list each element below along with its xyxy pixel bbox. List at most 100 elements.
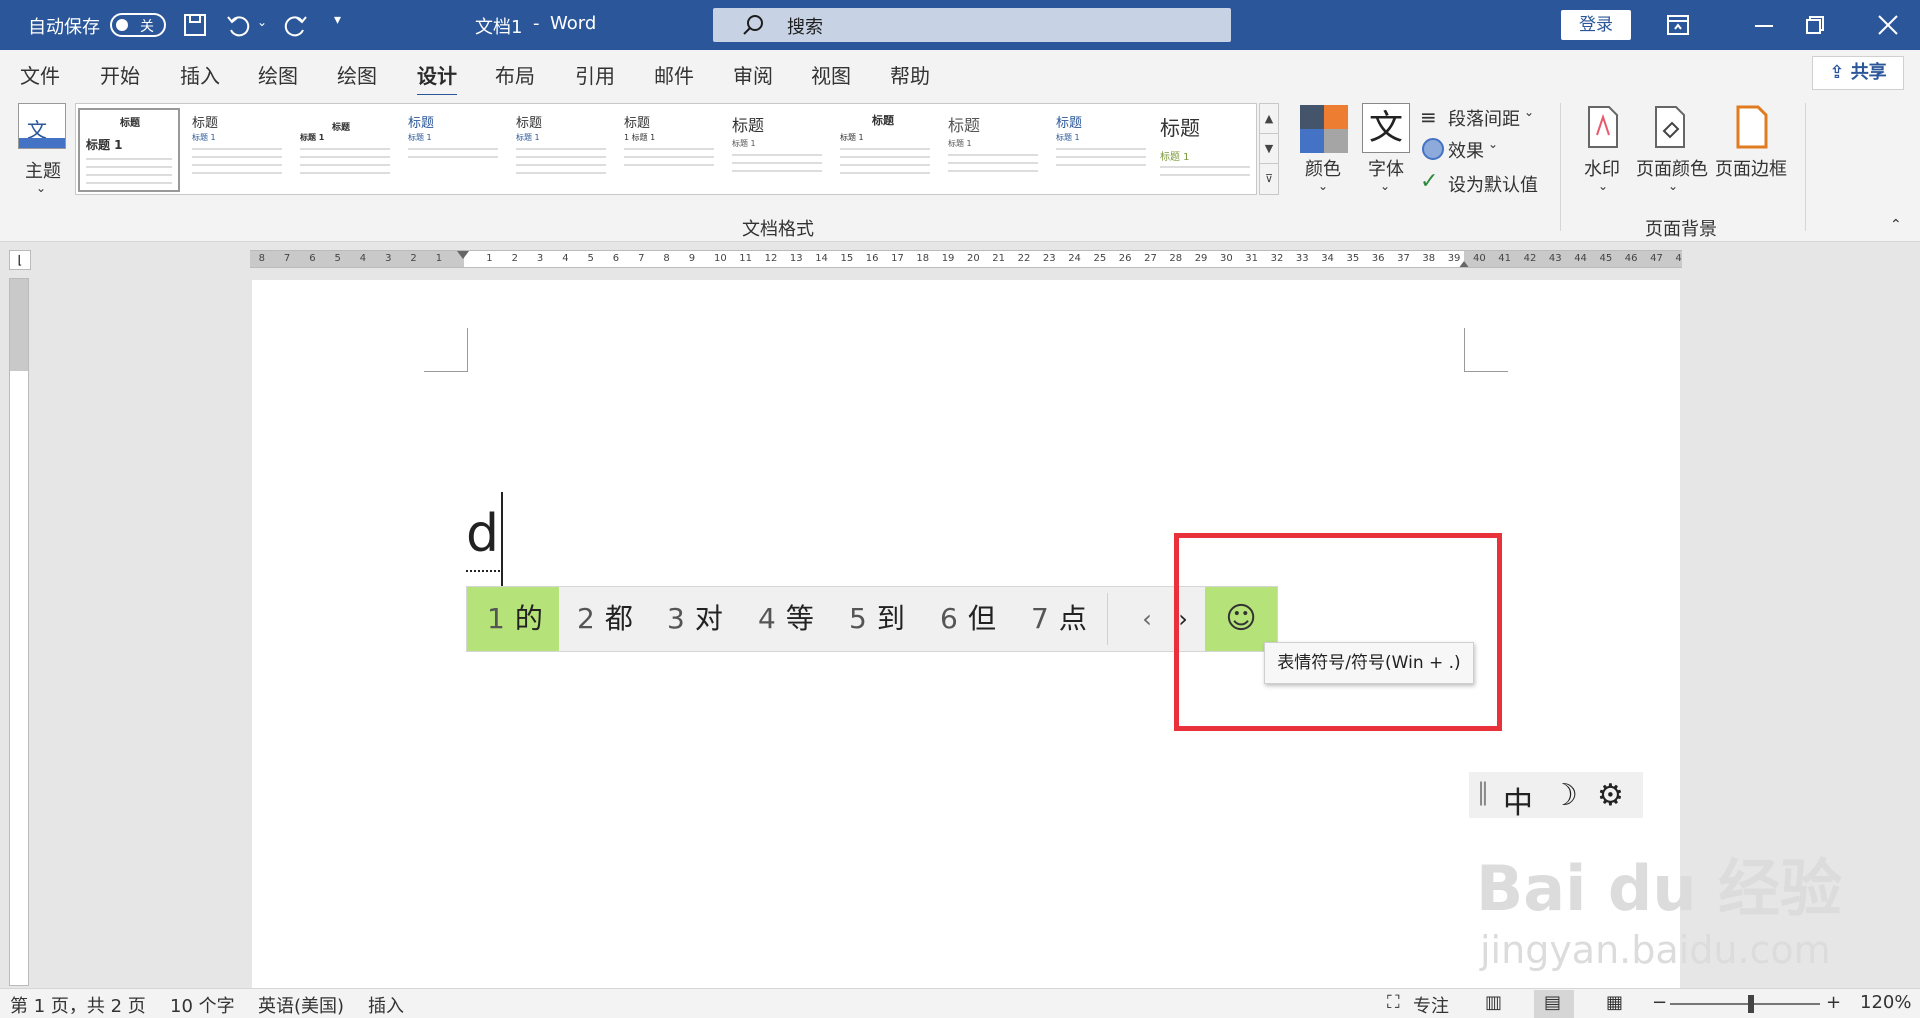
- candidate-item-3[interactable]: 3对: [667, 587, 723, 651]
- tab-view[interactable]: 视图: [811, 60, 851, 89]
- themes-icon[interactable]: 文: [18, 103, 66, 149]
- share-button[interactable]: ⇪ 共享: [1812, 56, 1904, 90]
- focus-icon[interactable]: ⛶: [1387, 992, 1400, 1013]
- candidate-item-6[interactable]: 6但: [940, 587, 996, 651]
- colors-label[interactable]: 颜色: [1305, 155, 1341, 181]
- candidate-item-2[interactable]: 2都: [577, 587, 633, 651]
- language-indicator[interactable]: 英语(美国): [258, 992, 344, 1018]
- save-icon[interactable]: [183, 13, 207, 37]
- candidate-item-7[interactable]: 7点: [1031, 587, 1087, 651]
- ruler-tick-label: 17: [891, 253, 904, 264]
- ruler-tick-label: 8: [663, 253, 670, 264]
- fonts-icon[interactable]: 文: [1362, 103, 1410, 153]
- prev-page-icon[interactable]: ‹: [1127, 587, 1167, 651]
- tab-draw[interactable]: 绘图: [258, 60, 298, 89]
- style-set-item[interactable]: 标题 标题 1: [1154, 108, 1256, 192]
- tab-draw-2[interactable]: 绘图: [337, 60, 377, 89]
- vertical-ruler[interactable]: [9, 278, 29, 986]
- gallery-more-icon[interactable]: ⊽: [1260, 164, 1278, 194]
- page-borders-label[interactable]: 页面边框: [1715, 155, 1787, 181]
- watermark-dropdown-icon[interactable]: ⌄: [1598, 179, 1608, 193]
- input-mode-toggle[interactable]: 中: [1503, 778, 1533, 822]
- zoom-slider-knob[interactable]: [1748, 995, 1754, 1013]
- style-set-item[interactable]: 标题 标题 1: [834, 108, 936, 192]
- minimize-icon[interactable]: [1755, 24, 1773, 28]
- candidate-item-5[interactable]: 5到: [849, 587, 905, 651]
- horizontal-ruler[interactable]: 8 7 6 5 4 3 2 1 1 2 3 4 5 6 7 8 9 10 11 12 13 14 15 16 17 18 19 20 2…: [250, 250, 1682, 268]
- page-color-dropdown-icon[interactable]: ⌄: [1668, 179, 1678, 193]
- style-set-gallery[interactable]: 标题 标题 1 标题 标题 1 标题 标题 1 标题 标题 1 标题 标题 1 …: [75, 103, 1257, 195]
- moon-icon[interactable]: ☽: [1551, 778, 1578, 813]
- gallery-scroll[interactable]: ▲ ▼ ⊽: [1259, 103, 1279, 195]
- page-color-label[interactable]: 页面颜色: [1636, 155, 1708, 181]
- page-borders-icon[interactable]: [1736, 105, 1770, 149]
- tab-layout[interactable]: 布局: [495, 60, 535, 89]
- ruler-tick-label: 32: [1270, 253, 1284, 264]
- set-default-button[interactable]: 设为默认值: [1448, 171, 1538, 197]
- colors-dropdown-icon[interactable]: ⌄: [1318, 179, 1328, 193]
- zoom-slider[interactable]: [1670, 1003, 1820, 1005]
- redo-icon[interactable]: [282, 13, 308, 37]
- right-indent-marker[interactable]: [1458, 261, 1470, 267]
- focus-label[interactable]: 专注: [1413, 992, 1449, 1018]
- effects-dropdown-icon[interactable]: ⌄: [1488, 137, 1498, 151]
- gallery-scroll-down-icon[interactable]: ▼: [1260, 134, 1278, 164]
- login-button[interactable]: 登录: [1561, 10, 1631, 40]
- watermark-icon[interactable]: [1587, 105, 1619, 149]
- colors-icon[interactable]: [1300, 105, 1348, 153]
- style-set-item[interactable]: 标题 标题 1: [1050, 108, 1152, 192]
- fonts-dropdown-icon[interactable]: ⌄: [1380, 179, 1390, 193]
- insert-mode[interactable]: 插入: [368, 992, 404, 1018]
- watermark-label[interactable]: 水印: [1584, 155, 1620, 181]
- restore-icon[interactable]: [1806, 16, 1824, 34]
- style-set-item[interactable]: 标题 1 标题 1: [618, 108, 720, 192]
- zoom-level[interactable]: 120%: [1860, 992, 1911, 1013]
- page-count[interactable]: 第 1 页，共 2 页: [10, 992, 146, 1018]
- search-box[interactable]: 搜索: [713, 8, 1231, 42]
- style-set-item[interactable]: 标题 标题 1: [186, 108, 288, 192]
- ruler-tick-label: 34: [1321, 253, 1334, 264]
- style-set-item[interactable]: 标题 标题 1: [942, 108, 1044, 192]
- candidate-item-4[interactable]: 4等: [758, 587, 814, 651]
- tab-selector-icon[interactable]: ⌊: [9, 250, 31, 270]
- tab-file[interactable]: 文件: [20, 60, 60, 89]
- drag-handle-icon[interactable]: ‖: [1477, 778, 1489, 806]
- themes-label[interactable]: 主题: [25, 157, 61, 183]
- fonts-label[interactable]: 字体: [1368, 155, 1404, 181]
- word-count[interactable]: 10 个字: [170, 992, 235, 1018]
- effects-label[interactable]: 效果: [1448, 137, 1484, 163]
- style-set-item[interactable]: 标题 标题 1: [402, 108, 504, 192]
- style-set-item[interactable]: 标题 标题 1: [294, 108, 396, 192]
- paragraph-spacing-icon[interactable]: ≡: [1420, 105, 1437, 129]
- style-set-item[interactable]: 标题 标题 1: [78, 108, 180, 192]
- page-color-icon[interactable]: [1654, 105, 1688, 149]
- autosave-toggle[interactable]: 关: [110, 13, 166, 37]
- tab-insert[interactable]: 插入: [180, 60, 220, 89]
- read-mode-icon[interactable]: ▥: [1485, 992, 1502, 1013]
- undo-icon[interactable]: [226, 13, 252, 37]
- paragraph-spacing-label[interactable]: 段落间距: [1448, 105, 1520, 131]
- customize-toolbar-icon[interactable]: ▾: [334, 12, 341, 28]
- tab-mailings[interactable]: 邮件: [654, 60, 694, 89]
- zoom-out-button[interactable]: −: [1652, 992, 1667, 1013]
- undo-dropdown-icon[interactable]: ⌄: [257, 15, 267, 29]
- tab-help[interactable]: 帮助: [890, 60, 930, 89]
- style-set-item[interactable]: 标题 标题 1: [510, 108, 612, 192]
- tab-review[interactable]: 审阅: [733, 60, 773, 89]
- first-line-indent-marker[interactable]: [457, 251, 469, 259]
- paragraph-spacing-dropdown-icon[interactable]: ⌄: [1524, 105, 1534, 119]
- style-set-item[interactable]: 标题 标题 1: [726, 108, 828, 192]
- tab-design[interactable]: 设计: [417, 60, 457, 97]
- web-layout-icon[interactable]: ▦: [1606, 992, 1623, 1013]
- collapse-ribbon-icon[interactable]: ⌃: [1890, 217, 1902, 233]
- settings-icon[interactable]: ⚙: [1597, 778, 1624, 813]
- tab-references[interactable]: 引用: [575, 60, 615, 89]
- tab-home[interactable]: 开始: [100, 60, 140, 89]
- themes-dropdown-icon[interactable]: ⌄: [36, 181, 46, 195]
- gallery-scroll-up-icon[interactable]: ▲: [1260, 104, 1278, 134]
- close-icon[interactable]: [1878, 15, 1898, 35]
- candidate-item-1[interactable]: 1的: [467, 587, 559, 651]
- effects-icon[interactable]: [1422, 138, 1444, 160]
- zoom-in-button[interactable]: +: [1826, 992, 1841, 1013]
- ribbon-display-options-icon[interactable]: [1667, 15, 1689, 35]
